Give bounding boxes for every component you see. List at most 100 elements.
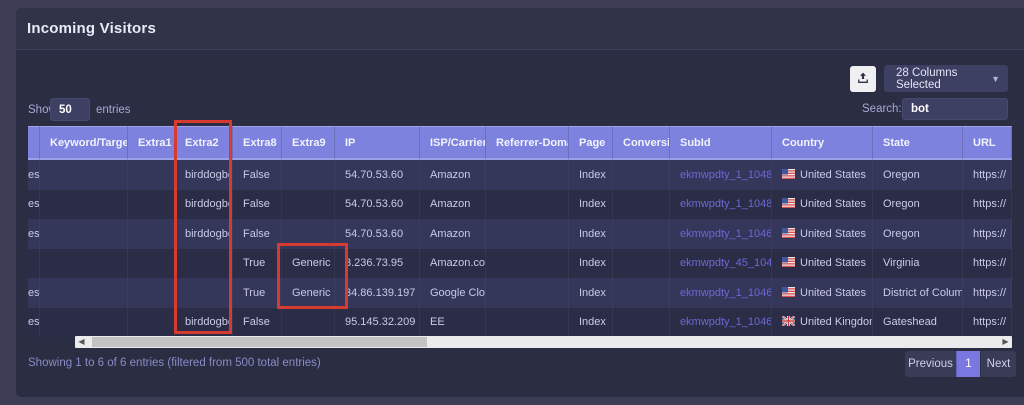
cell-clipped: es	[28, 219, 40, 249]
cell-extra8: True	[233, 278, 282, 308]
cell-page: Index	[569, 308, 613, 338]
cell-extra2	[175, 278, 233, 308]
cell-extra9: Generic Bot	[282, 249, 335, 279]
cell-isp-carrier: Google Cloud	[420, 278, 486, 308]
next-page-button[interactable]: Next	[980, 351, 1016, 377]
cell-ip: 54.70.53.60	[335, 190, 420, 220]
cell-clipped: es	[28, 190, 40, 220]
visitors-table: Keyword/Target Extra1 Extra2 Extra8 Extr…	[28, 126, 1012, 337]
cell-page: Index	[569, 249, 613, 279]
cell-extra1	[128, 278, 175, 308]
col-header-extra9[interactable]: Extra9	[282, 126, 335, 160]
cell-extra2: birddogbot	[175, 160, 233, 190]
cell-page: Index	[569, 160, 613, 190]
country-label: United States	[800, 287, 866, 299]
cell-extra9	[282, 308, 335, 338]
col-header-keyword-target[interactable]: Keyword/Target	[40, 126, 128, 160]
cell-page: Index	[569, 219, 613, 249]
previous-page-button[interactable]: Previous	[905, 351, 956, 377]
cell-state: Oregon	[873, 219, 963, 249]
us-flag-icon	[782, 198, 795, 208]
cell-subid: ekmwpdty_1_104657	[670, 278, 772, 308]
cell-extra8: False	[233, 190, 282, 220]
cell-subid: ekmwpdty_1_104866	[670, 190, 772, 220]
col-header-referrer-domain[interactable]: Referrer-Domain	[486, 126, 569, 160]
entries-summary: Showing 1 to 6 of 6 entries (filtered fr…	[28, 357, 321, 369]
cell-referrer-domain	[486, 278, 569, 308]
us-flag-icon	[782, 287, 795, 297]
cell-keyword-target	[40, 190, 128, 220]
page-1-button[interactable]: 1	[956, 351, 980, 377]
upload-icon	[857, 72, 869, 87]
page-title: Incoming Visitors	[27, 20, 156, 37]
table-row: es birddogbot False 54.70.53.60 Amazon I…	[28, 190, 1012, 220]
cell-keyword-target	[40, 249, 128, 279]
cell-url: https://	[963, 190, 1012, 220]
subid-link[interactable]: ekmwpdty_1_104695	[680, 228, 772, 240]
cell-referrer-domain	[486, 308, 569, 338]
cell-isp-carrier: Amazon	[420, 190, 486, 220]
col-header-extra8[interactable]: Extra8	[233, 126, 282, 160]
col-header-clipped[interactable]	[28, 126, 40, 160]
cell-extra8: False	[233, 219, 282, 249]
cell-isp-carrier: Amazon	[420, 219, 486, 249]
col-header-page[interactable]: Page	[569, 126, 613, 160]
subid-link[interactable]: ekmwpdty_1_104638	[680, 316, 772, 328]
subid-link[interactable]: ekmwpdty_45_104670	[680, 257, 772, 269]
country-label: United States	[800, 228, 866, 240]
scroll-right-arrow-icon[interactable]: ▶	[999, 336, 1012, 348]
subid-link[interactable]: ekmwpdty_1_104865	[680, 169, 772, 181]
cell-subid: ekmwpdty_45_104670	[670, 249, 772, 279]
cell-keyword-target	[40, 160, 128, 190]
us-flag-icon	[782, 169, 795, 179]
cell-conversion	[613, 219, 670, 249]
cell-extra8: False	[233, 308, 282, 338]
cell-country: United States	[772, 190, 873, 220]
cell-extra1	[128, 308, 175, 338]
col-header-extra1[interactable]: Extra1	[128, 126, 175, 160]
cell-conversion	[613, 249, 670, 279]
table-row: True Generic Bot 3.236.73.95 Amazon.com …	[28, 249, 1012, 279]
cell-extra1	[128, 249, 175, 279]
country-label: United States	[800, 198, 866, 210]
us-flag-icon	[782, 257, 795, 267]
cell-extra2: birddogbot	[175, 308, 233, 338]
cell-country: United Kingdom	[772, 308, 873, 338]
subid-link[interactable]: ekmwpdty_1_104866	[680, 198, 772, 210]
columns-selected-dropdown[interactable]: 28 Columns Selected ▼	[884, 65, 1008, 92]
cell-extra1	[128, 160, 175, 190]
col-header-conversion[interactable]: Conversion	[613, 126, 670, 160]
col-header-url[interactable]: URL	[963, 126, 1012, 160]
col-header-country[interactable]: Country	[772, 126, 873, 160]
cell-extra2: birddogbot	[175, 219, 233, 249]
col-header-state[interactable]: State	[873, 126, 963, 160]
cell-extra2: birddogbot	[175, 190, 233, 220]
cell-subid: ekmwpdty_1_104695	[670, 219, 772, 249]
scrollbar-thumb[interactable]	[92, 337, 427, 347]
cell-conversion	[613, 160, 670, 190]
search-input[interactable]	[902, 98, 1008, 120]
cell-country: United States	[772, 278, 873, 308]
col-header-ip[interactable]: IP	[335, 126, 420, 160]
cell-country: United States	[772, 219, 873, 249]
cell-conversion	[613, 308, 670, 338]
subid-link[interactable]: ekmwpdty_1_104657	[680, 287, 772, 299]
export-button[interactable]	[850, 66, 876, 92]
horizontal-scrollbar[interactable]: ◀ ▶	[75, 336, 1012, 348]
cell-country: United States	[772, 249, 873, 279]
cell-page: Index	[569, 190, 613, 220]
cell-conversion	[613, 190, 670, 220]
entries-label: entries	[96, 104, 131, 116]
table-header-row: Keyword/Target Extra1 Extra2 Extra8 Extr…	[28, 126, 1012, 160]
col-header-isp-carrier[interactable]: ISP/Carrier	[420, 126, 486, 160]
col-header-extra2[interactable]: Extra2	[175, 126, 233, 160]
cell-conversion	[613, 278, 670, 308]
cell-ip: 95.145.32.209	[335, 308, 420, 338]
table-row: es True Generic Bot 34.86.139.197 Google…	[28, 278, 1012, 308]
scroll-left-arrow-icon[interactable]: ◀	[75, 336, 88, 348]
entries-count-input[interactable]	[50, 98, 90, 121]
table-row: es birddogbot False 54.70.53.60 Amazon I…	[28, 219, 1012, 249]
chevron-down-icon: ▼	[991, 74, 1000, 84]
cell-url: https://	[963, 278, 1012, 308]
col-header-subid[interactable]: SubId	[670, 126, 772, 160]
